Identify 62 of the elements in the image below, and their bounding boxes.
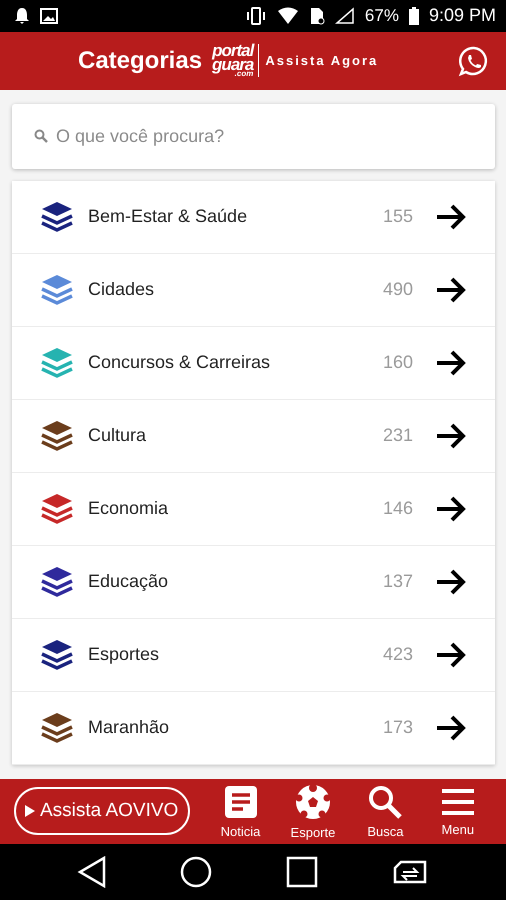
category-name: Economia	[88, 498, 170, 520]
nav-tab[interactable]: Busca	[349, 784, 422, 839]
arrow-right-icon[interactable]	[435, 642, 467, 668]
search-icon	[367, 784, 404, 820]
category-row[interactable]: Educação 137	[12, 546, 495, 619]
category-count: 423	[382, 644, 413, 666]
switch-apps-icon[interactable]	[391, 858, 430, 886]
category-count: 160	[382, 352, 413, 374]
recents-icon[interactable]	[286, 856, 318, 888]
sim-icon	[308, 6, 325, 25]
search-field[interactable]: O que você procura?	[56, 116, 495, 156]
category-count: 231	[382, 425, 413, 446]
wifi-icon	[276, 6, 299, 25]
vibrate-icon	[244, 6, 267, 25]
category-row[interactable]: Maranhão 173	[12, 692, 495, 765]
category-count: 137	[382, 571, 413, 592]
nav-tab[interactable]: Esporte	[276, 782, 350, 840]
tagline[interactable]: Assista Agora	[265, 53, 378, 68]
arrow-right-icon[interactable]	[435, 714, 467, 741]
category-name: Esportes	[88, 644, 160, 666]
category-count: 146	[382, 498, 413, 520]
logo-text: portal	[212, 44, 254, 58]
play-icon	[24, 804, 36, 818]
bell-icon	[14, 6, 30, 25]
category-row[interactable]: Cultura 231	[12, 400, 495, 473]
category-name: Cidades	[88, 279, 156, 300]
nav-tab[interactable]: Noticia	[204, 784, 277, 839]
back-icon[interactable]	[76, 856, 107, 888]
category-row[interactable]: Economia 146	[12, 472, 495, 546]
home-icon[interactable]	[180, 856, 212, 888]
category-row[interactable]: Cidades 490	[12, 254, 495, 327]
arrow-right-icon[interactable]	[435, 276, 467, 303]
battery-icon	[408, 6, 419, 25]
category-name: Bem-Estar & Saúde	[88, 206, 248, 228]
arrow-right-icon[interactable]	[435, 568, 467, 595]
chat-phone-icon[interactable]	[458, 44, 490, 77]
search-bar[interactable]: O que você procura?	[12, 104, 495, 169]
page-title: Categorias	[78, 46, 202, 75]
category-count: 155	[382, 206, 413, 228]
image-icon	[40, 8, 58, 24]
category-row[interactable]: Esportes 423	[12, 618, 495, 692]
category-name: Maranhão	[88, 717, 170, 738]
soccer-ball-icon	[294, 782, 332, 821]
search-icon	[34, 129, 48, 144]
clock-time: 9:09 PM	[428, 5, 496, 26]
category-name: Concursos & Carreiras	[88, 352, 272, 374]
arrow-right-icon[interactable]	[435, 496, 467, 522]
category-name: Educação	[88, 571, 170, 592]
category-count: 173	[382, 717, 413, 738]
arrow-right-icon[interactable]	[435, 204, 467, 230]
category-row[interactable]: Bem-Estar & Saúde 155	[12, 180, 495, 254]
live-button[interactable]: Assista AOVIVO	[14, 787, 190, 836]
nav-tab[interactable]: Menu	[422, 786, 494, 837]
arrow-right-icon[interactable]	[435, 350, 467, 376]
category-name: Cultura	[88, 425, 148, 446]
signal-icon	[334, 6, 355, 25]
document-icon	[222, 784, 259, 820]
arrow-right-icon[interactable]	[435, 422, 467, 449]
battery-percent: 67%	[364, 6, 399, 26]
logo-suffix: .com	[234, 71, 254, 78]
category-count: 490	[382, 279, 413, 300]
category-row[interactable]: Concursos & Carreiras 160	[12, 326, 495, 400]
